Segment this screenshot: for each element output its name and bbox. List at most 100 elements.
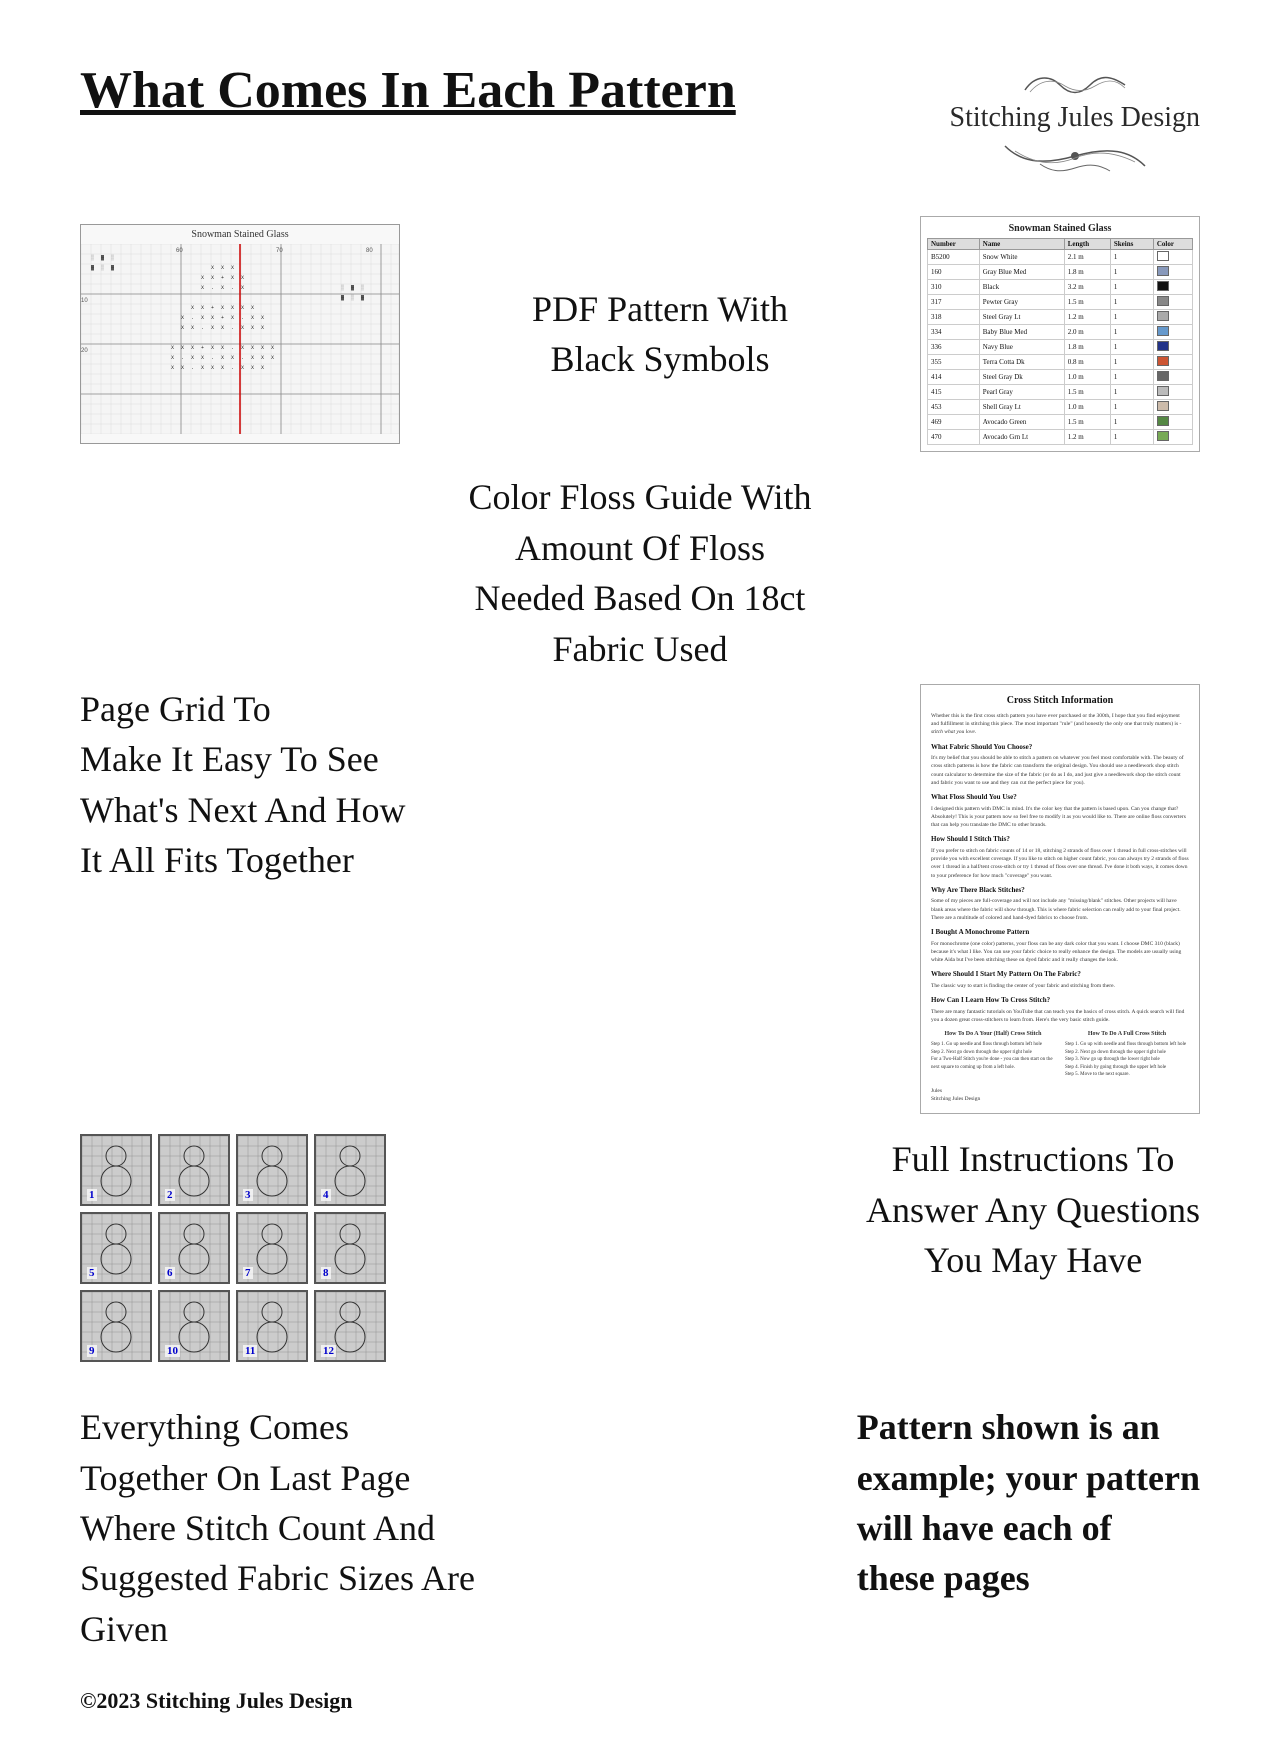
floss-table-row: 160Gray Blue Med1.8 m1 <box>928 265 1193 280</box>
svg-text:X: X <box>201 285 204 291</box>
svg-text:X: X <box>191 345 194 351</box>
svg-text:.: . <box>241 355 244 361</box>
svg-text:20: 20 <box>81 348 88 354</box>
svg-text:X: X <box>211 265 214 271</box>
floss-swatch <box>1153 340 1192 355</box>
thumbnail-cell: 2 <box>158 1134 230 1206</box>
floss-swatch <box>1153 250 1192 265</box>
floss-swatch <box>1153 355 1192 370</box>
svg-text:X: X <box>251 325 254 331</box>
thumbnails-wrap: 123456789101112 <box>80 1134 386 1362</box>
thumbnail-cell: 5 <box>80 1212 152 1284</box>
svg-text:.: . <box>231 365 234 371</box>
floss-skeins: 1 <box>1110 415 1153 430</box>
brand-swirl-bottom-icon <box>985 136 1165 176</box>
svg-text:.: . <box>231 285 234 291</box>
svg-text:X: X <box>171 365 174 371</box>
floss-skeins: 1 <box>1110 250 1153 265</box>
svg-text:X: X <box>271 355 274 361</box>
thumbnail-number: 3 <box>243 1189 253 1201</box>
bottom-left: Everything ComesTogether On Last PageWhe… <box>80 1402 475 1654</box>
pdf-pattern-text: PDF Pattern WithBlack Symbols <box>532 284 788 385</box>
svg-text:+: + <box>221 315 224 321</box>
floss-skeins: 1 <box>1110 385 1153 400</box>
floss-name: Steel Gray Dk <box>979 370 1064 385</box>
thumbnail-number: 2 <box>165 1189 175 1201</box>
svg-text:X: X <box>251 345 254 351</box>
svg-text:.: . <box>211 355 214 361</box>
svg-text:+: + <box>211 305 214 311</box>
svg-text:X: X <box>191 305 194 311</box>
svg-text:X: X <box>201 305 204 311</box>
floss-table-title: Snowman Stained Glass <box>927 223 1193 234</box>
floss-color-swatch-icon <box>1157 371 1169 381</box>
svg-text:X: X <box>221 365 224 371</box>
floss-number: 469 <box>928 415 980 430</box>
svg-text:X: X <box>181 325 184 331</box>
floss-color-swatch-icon <box>1157 296 1169 306</box>
floss-length: 1.0 m <box>1064 370 1110 385</box>
floss-length: 1.0 m <box>1064 400 1110 415</box>
floss-table-wrap: Snowman Stained Glass Number Name Length… <box>920 216 1200 452</box>
floss-name: Black <box>979 280 1064 295</box>
svg-text:+: + <box>221 275 224 281</box>
floss-color-swatch-icon <box>1157 431 1169 441</box>
floss-number: 310 <box>928 280 980 295</box>
floss-guide-text: Color Floss Guide WithAmount Of FlossNee… <box>469 472 812 674</box>
svg-text:X: X <box>211 325 214 331</box>
footer: ©2023 Stitching Jules Design <box>80 1688 353 1714</box>
floss-name: Pearl Gray <box>979 385 1064 400</box>
floss-number: 453 <box>928 400 980 415</box>
floss-skeins: 1 <box>1110 295 1153 310</box>
thumbnail-number: 12 <box>321 1345 336 1357</box>
page: What Comes In Each Pattern Stitching Jul… <box>0 0 1280 1764</box>
svg-text:X: X <box>171 355 174 361</box>
floss-color-swatch-icon <box>1157 416 1169 426</box>
svg-text:X: X <box>221 285 224 291</box>
svg-text:X: X <box>211 315 214 321</box>
svg-text:X: X <box>211 345 214 351</box>
svg-text:X: X <box>251 355 254 361</box>
svg-text:▓: ▓ <box>111 264 114 271</box>
floss-length: 1.5 m <box>1064 385 1110 400</box>
floss-color-swatch-icon <box>1157 281 1169 291</box>
floss-swatch <box>1153 280 1192 295</box>
svg-text:X: X <box>221 305 224 311</box>
floss-name: Avocado Green <box>979 415 1064 430</box>
svg-text:X: X <box>221 345 224 351</box>
svg-text:10: 10 <box>81 298 88 304</box>
svg-text:X: X <box>251 305 254 311</box>
svg-text:X: X <box>181 365 184 371</box>
floss-length: 2.0 m <box>1064 325 1110 340</box>
floss-length: 1.5 m <box>1064 295 1110 310</box>
svg-text:+: + <box>201 345 204 351</box>
svg-text:X: X <box>231 355 234 361</box>
pattern-image-title: Snowman Stained Glass <box>81 225 399 244</box>
floss-number: 334 <box>928 325 980 340</box>
floss-skeins: 1 <box>1110 370 1153 385</box>
row4-thumbnails: 123456789101112 Full Instructions ToAnsw… <box>80 1134 1200 1362</box>
floss-number: 414 <box>928 370 980 385</box>
svg-text:X: X <box>241 365 244 371</box>
svg-text:X: X <box>231 265 234 271</box>
floss-color-swatch-icon <box>1157 401 1169 411</box>
instructions-doc: Cross Stitch Information Whether this is… <box>920 684 1200 1114</box>
floss-col-skeins: Skeins <box>1110 239 1153 250</box>
floss-skeins: 1 <box>1110 280 1153 295</box>
bottom-right: Pattern shown is anexample; your pattern… <box>857 1402 1200 1604</box>
svg-text:░: ░ <box>351 294 354 301</box>
floss-length: 0.8 m <box>1064 355 1110 370</box>
floss-length: 1.5 m <box>1064 415 1110 430</box>
floss-color-swatch-icon <box>1157 386 1169 396</box>
thumbnail-number: 1 <box>87 1189 97 1201</box>
svg-text:░: ░ <box>361 284 364 291</box>
thumbnail-cell: 4 <box>314 1134 386 1206</box>
pattern-grid-svg: XXX XX+XX X.X.X XX+XXXX X.XX+X.XX XX.XX.… <box>81 244 399 434</box>
floss-name: Pewter Gray <box>979 295 1064 310</box>
floss-color-swatch-icon <box>1157 326 1169 336</box>
svg-text:▓: ▓ <box>361 294 364 301</box>
svg-text:X: X <box>221 265 224 271</box>
svg-text:X: X <box>181 315 184 321</box>
floss-number: B5200 <box>928 250 980 265</box>
thumbnail-number: 10 <box>165 1345 180 1357</box>
